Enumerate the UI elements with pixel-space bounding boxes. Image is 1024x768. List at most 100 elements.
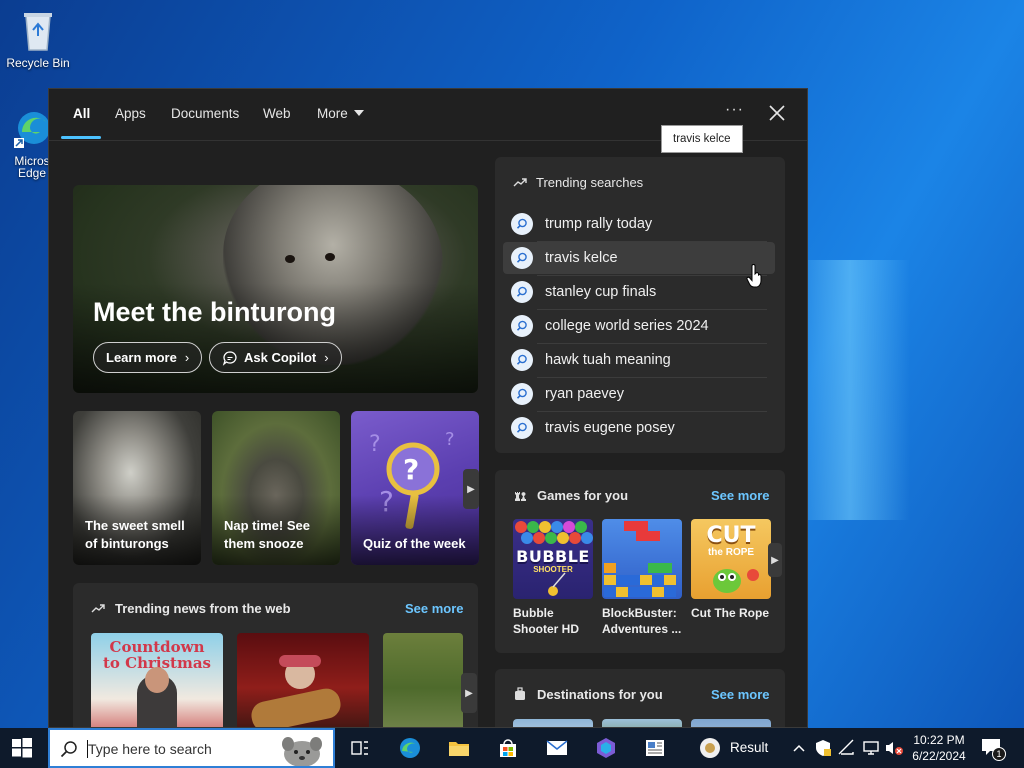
- luggage-icon: [515, 687, 525, 700]
- search-icon: [511, 281, 533, 303]
- news-thumbnail[interactable]: Countdown to Christmas: [91, 633, 223, 727]
- news-app-icon[interactable]: [643, 736, 667, 760]
- story-card[interactable]: The sweet smell of binturongs: [73, 411, 201, 565]
- game-name-bubble-shooter[interactable]: Bubble Shooter HD: [513, 605, 601, 637]
- search-placeholder: Type here to search: [88, 741, 212, 757]
- cards-next-button[interactable]: ▶: [463, 469, 479, 509]
- task-view-icon[interactable]: [348, 736, 372, 760]
- trending-search-item[interactable]: hawk tuah meaning: [503, 344, 775, 376]
- search-panel: All Apps Documents Web More ··· Meet the…: [48, 88, 808, 728]
- result-widget-icon[interactable]: [698, 736, 722, 760]
- game-name-line: Shooter HD: [513, 622, 579, 636]
- story-card-caption: The sweet smell of binturongs: [85, 518, 185, 551]
- trending-search-item[interactable]: travis kelce: [503, 242, 775, 274]
- news-thumbnail[interactable]: [237, 633, 369, 727]
- hero-banner[interactable]: Meet the binturong Learn more › Ask Copil…: [73, 185, 478, 393]
- story-card-caption: Nap time! See them snooze: [224, 518, 310, 551]
- search-icon: [511, 315, 533, 337]
- destination-thumbnail[interactable]: [691, 719, 771, 727]
- game-tile-subtitle: SHOOTER: [533, 565, 573, 574]
- mail-icon[interactable]: [545, 736, 569, 760]
- search-icon: [511, 417, 533, 439]
- chat-bubble-icon: [222, 350, 237, 366]
- binturong-search-highlight-icon: [282, 737, 322, 766]
- tab-web[interactable]: Web: [263, 106, 291, 121]
- taskbar-search-box[interactable]: Type here to search: [48, 728, 335, 768]
- active-tab-indicator: [61, 136, 101, 139]
- search-icon: [60, 741, 77, 758]
- trending-search-item[interactable]: stanley cup finals: [503, 276, 775, 308]
- trending-icon: [513, 178, 527, 187]
- trending-search-label: hawk tuah meaning: [545, 352, 671, 368]
- search-icon: [511, 247, 533, 269]
- game-tile-blockbuster[interactable]: [602, 519, 682, 599]
- chevron-up-icon[interactable]: [792, 743, 806, 753]
- destination-thumbnail[interactable]: [513, 719, 593, 727]
- trending-search-label: ryan paevey: [545, 386, 624, 402]
- file-explorer-icon[interactable]: [447, 736, 471, 760]
- trending-searches-title: Trending searches: [536, 175, 644, 190]
- display-icon[interactable]: [862, 739, 880, 757]
- news-thumbnail[interactable]: [383, 633, 463, 727]
- tooltip: travis kelce: [661, 125, 743, 153]
- destinations-section: Destinations for you See more: [495, 669, 785, 727]
- shield-icon[interactable]: [814, 739, 832, 757]
- game-name-line: Adventures ...: [602, 622, 682, 636]
- copilot-icon[interactable]: [594, 736, 618, 760]
- close-button[interactable]: [765, 101, 789, 125]
- tab-documents[interactable]: Documents: [171, 106, 239, 121]
- chevron-right-icon: ▶: [465, 687, 473, 699]
- chevron-right-icon: ›: [184, 350, 190, 365]
- game-tile-title: BUBBLE: [516, 547, 590, 566]
- game-name-blockbuster[interactable]: BlockBuster: Adventures ...: [602, 605, 690, 637]
- store-icon[interactable]: [496, 736, 520, 760]
- clock-date: 6/22/2024: [912, 749, 966, 763]
- search-icon: [511, 383, 533, 405]
- news-next-button[interactable]: ▶: [461, 673, 477, 713]
- tab-more[interactable]: More: [317, 106, 364, 121]
- destination-thumbnail[interactable]: [602, 719, 682, 727]
- trending-search-item[interactable]: college world series 2024: [503, 310, 775, 342]
- game-name-line: Cut The Rope: [691, 606, 769, 620]
- tab-more-label: More: [317, 106, 348, 121]
- trending-icon: [91, 604, 105, 613]
- ask-copilot-button[interactable]: Ask Copilot ›: [209, 342, 342, 373]
- games-see-more[interactable]: See more: [711, 488, 770, 503]
- tab-all[interactable]: All: [73, 106, 90, 121]
- notification-center-button[interactable]: 1: [980, 737, 1006, 761]
- network-disconnected-icon[interactable]: [838, 739, 856, 757]
- trending-news-see-more[interactable]: See more: [405, 601, 464, 616]
- trending-search-item[interactable]: trump rally today: [503, 208, 775, 240]
- result-label[interactable]: Result: [730, 740, 768, 755]
- trending-search-item[interactable]: travis eugene posey: [503, 412, 775, 444]
- learn-more-button[interactable]: Learn more ›: [93, 342, 203, 373]
- hero-title: Meet the binturong: [93, 297, 336, 327]
- trending-search-label: travis kelce: [545, 250, 618, 266]
- story-card[interactable]: Nap time! See them snooze: [212, 411, 340, 565]
- clock[interactable]: 10:22 PM 6/22/2024: [906, 732, 972, 764]
- tab-apps[interactable]: Apps: [115, 106, 146, 121]
- chevron-right-icon: ▶: [467, 483, 475, 495]
- trending-search-item[interactable]: ryan paevey: [503, 378, 775, 410]
- trending-search-label: trump rally today: [545, 216, 653, 232]
- game-name-line: BlockBuster:: [602, 606, 677, 620]
- game-name-cut-the-rope[interactable]: Cut The Rope: [691, 605, 779, 621]
- game-tile-cut-the-rope[interactable]: CUT the ROPE: [691, 519, 771, 599]
- quiz-card[interactable]: ? ? ? ? Quiz of the week: [351, 411, 479, 565]
- games-next-button[interactable]: ▶: [768, 543, 782, 577]
- start-button[interactable]: [12, 738, 32, 758]
- desktop-icon-label: Recycle Bin: [6, 56, 70, 70]
- trending-news-title: Trending news from the web: [115, 601, 291, 616]
- clock-time: 10:22 PM: [913, 733, 965, 747]
- destinations-see-more[interactable]: See more: [711, 687, 770, 702]
- svg-text:?: ?: [369, 432, 381, 457]
- notification-badge: 1: [992, 747, 1006, 761]
- chevron-right-icon: ▶: [771, 554, 779, 566]
- desktop-icon-recycle-bin[interactable]: Recycle Bin: [0, 8, 76, 70]
- ellipsis-icon[interactable]: ···: [725, 101, 744, 119]
- svg-text:?: ?: [445, 429, 455, 450]
- game-tile-bubble-shooter[interactable]: BUBBLE SHOOTER: [513, 519, 593, 599]
- edge-taskbar-icon[interactable]: [398, 736, 422, 760]
- recycle-bin-icon: [18, 8, 58, 52]
- volume-muted-icon[interactable]: [884, 739, 904, 757]
